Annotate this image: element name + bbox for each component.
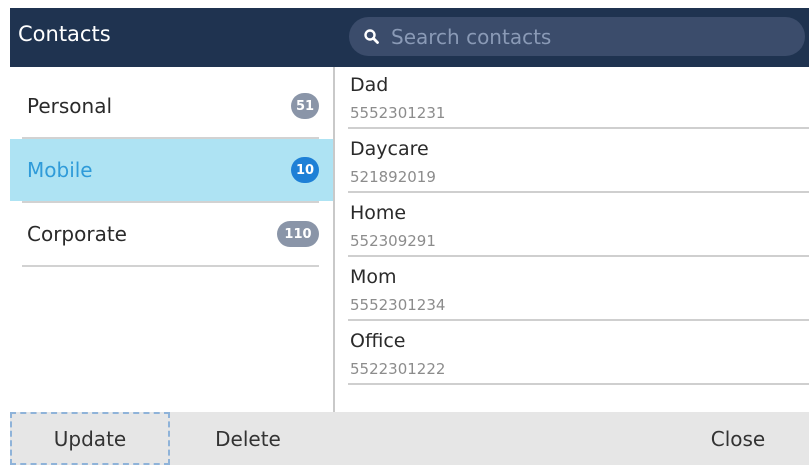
contact-item-daycare[interactable]: Daycare 521892019 (335, 131, 809, 193)
contact-item-office[interactable]: Office 5522301222 (335, 323, 809, 385)
divider (348, 127, 809, 129)
contact-item-mom[interactable]: Mom 5552301234 (335, 259, 809, 321)
close-button[interactable]: Close (688, 412, 788, 465)
divider (348, 191, 809, 193)
count-badge: 51 (291, 93, 319, 119)
divider (348, 383, 809, 385)
contact-number: 5552301234 (350, 296, 446, 314)
phone-screen: Contacts Search contacts Personal 51 Mob… (10, 8, 809, 465)
contact-number: 552309291 (350, 232, 436, 250)
count-badge: 110 (277, 221, 319, 247)
category-corporate[interactable]: Corporate 110 (10, 203, 333, 265)
update-button[interactable]: Update (10, 412, 170, 465)
delete-button[interactable]: Delete (188, 412, 308, 465)
contact-item-dad[interactable]: Dad 5552301231 (335, 67, 809, 129)
category-personal[interactable]: Personal 51 (10, 75, 333, 137)
category-label: Personal (27, 94, 113, 118)
contact-number: 521892019 (350, 168, 436, 186)
contact-list: Dad 5552301231 Daycare 521892019 Home 55… (335, 67, 809, 412)
softkey-bar: Update Delete Close (10, 412, 809, 465)
divider (348, 255, 809, 257)
divider (348, 319, 809, 321)
search-icon (363, 28, 381, 46)
contact-number: 5522301222 (350, 360, 446, 378)
contact-name: Home (350, 202, 407, 224)
contact-name: Mom (350, 266, 397, 288)
contact-name: Dad (350, 74, 389, 96)
contact-item-home[interactable]: Home 552309291 (335, 195, 809, 257)
category-list: Personal 51 Mobile 10 Corporate 110 (10, 67, 335, 412)
page-title: Contacts (18, 22, 111, 46)
category-mobile[interactable]: Mobile 10 (10, 139, 333, 201)
contact-name: Office (350, 330, 406, 352)
header-bar: Contacts Search contacts (10, 8, 809, 67)
search-field[interactable]: Search contacts (349, 17, 805, 56)
contact-name: Daycare (350, 138, 429, 160)
category-label: Corporate (27, 222, 127, 246)
category-label: Mobile (27, 158, 93, 182)
count-badge: 10 (291, 157, 319, 183)
contact-number: 5552301231 (350, 104, 446, 122)
search-input[interactable]: Search contacts (391, 25, 551, 49)
divider (22, 265, 319, 267)
